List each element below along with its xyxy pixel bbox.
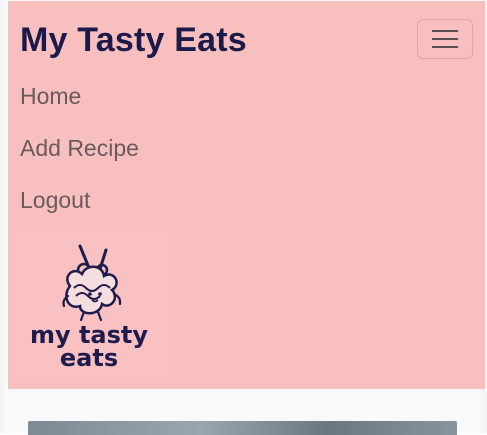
nav-link-home[interactable]: Home bbox=[20, 83, 81, 110]
noodle-bowl-mascot-icon: my tasty eats bbox=[30, 244, 148, 372]
logo-text-line2: eats bbox=[60, 344, 118, 372]
navbar: My Tasty Eats Home Add Recipe Logout my … bbox=[8, 1, 485, 389]
navbar-toggler-button[interactable] bbox=[417, 19, 473, 59]
brand-link[interactable]: My Tasty Eats bbox=[20, 21, 247, 60]
nav-link-logout[interactable]: Logout bbox=[20, 187, 90, 214]
site-logo: my tasty eats bbox=[10, 228, 168, 383]
hamburger-menu-icon bbox=[432, 30, 458, 48]
page-frame: My Tasty Eats Home Add Recipe Logout my … bbox=[0, 0, 487, 435]
nav-link-add-recipe[interactable]: Add Recipe bbox=[20, 135, 139, 162]
